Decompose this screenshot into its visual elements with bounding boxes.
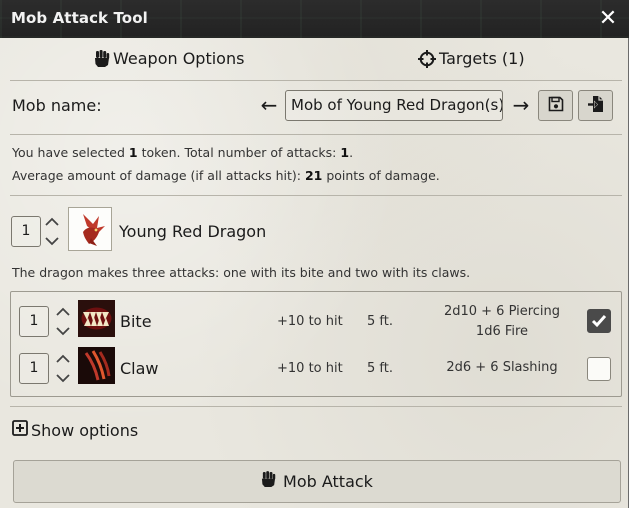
summary-text: Average amount of damage (if all attacks… xyxy=(12,168,305,183)
summary-text: points of damage. xyxy=(322,168,440,183)
dragon-avatar xyxy=(68,207,112,251)
chevron-down-icon[interactable] xyxy=(44,233,60,247)
window-titlebar[interactable]: Mob Attack Tool ✕ xyxy=(0,0,629,38)
crosshair-icon xyxy=(418,49,436,68)
attack-range: 5 ft. xyxy=(367,314,393,329)
bite-icon xyxy=(78,300,115,337)
chevron-up-icon[interactable] xyxy=(44,214,60,228)
mob-attack-button[interactable]: Mob Attack xyxy=(13,460,621,503)
damage-line: 1d6 Fire xyxy=(475,324,529,339)
chevron-down-icon[interactable] xyxy=(55,323,71,337)
summary-text: You have selected xyxy=(12,145,129,160)
creature-name: Young Red Dragon xyxy=(119,222,267,241)
attack-count-field[interactable]: 1 xyxy=(19,306,49,337)
attack-to-hit: +10 to hit xyxy=(277,361,343,376)
mob-name-row: Mob name: ← Mob of Young Red Dragon(s) → xyxy=(10,86,622,126)
window-title: Mob Attack Tool xyxy=(11,9,148,27)
tab-weapon-options[interactable]: Weapon Options xyxy=(94,49,244,68)
attack-count-field[interactable]: 1 xyxy=(19,353,49,384)
claw-icon xyxy=(78,347,115,384)
creature-row: 1 Young Red Dragon xyxy=(10,204,622,254)
tab-targets-label: Targets (1) xyxy=(439,49,525,68)
import-mob-button[interactable] xyxy=(578,90,613,121)
attack-row-bite: 1 Bite +10 to hit 5 ft. 2d10 + 6 Piercin… xyxy=(11,300,621,344)
mob-attack-window: Mob Attack Tool ✕ Weapon Options Targets… xyxy=(0,0,629,508)
mob-name-input[interactable]: Mob of Young Red Dragon(s) xyxy=(285,90,503,121)
chevron-up-icon[interactable] xyxy=(55,351,71,365)
tab-weapon-options-label: Weapon Options xyxy=(113,49,245,68)
file-import-icon xyxy=(587,95,605,117)
summary-text: token. Total number of attacks: xyxy=(137,145,341,160)
fist-icon xyxy=(261,471,276,492)
selected-token-count: 1 xyxy=(128,145,138,160)
total-attacks-count: 1 xyxy=(340,145,350,160)
mob-name-label: Mob name: xyxy=(12,96,102,115)
attack-name: Bite xyxy=(120,312,152,331)
attack-to-hit: +10 to hit xyxy=(277,314,343,329)
options-row: Show options xyxy=(10,406,622,451)
show-options-label: Show options xyxy=(31,420,139,440)
attack-damage: 2d6 + 6 Slashing xyxy=(437,358,567,378)
attack-summary: You have selected 1 token. Total number … xyxy=(10,134,622,196)
attack-range: 5 ft. xyxy=(367,361,393,376)
chevron-down-icon[interactable] xyxy=(55,370,71,384)
attack-name: Claw xyxy=(120,359,159,378)
summary-line-selected: You have selected 1 token. Total number … xyxy=(12,145,353,160)
tab-bar: Weapon Options Targets (1) xyxy=(10,40,622,81)
plus-square-icon xyxy=(12,420,28,440)
fist-icon xyxy=(94,49,110,68)
show-options-toggle[interactable]: Show options xyxy=(12,420,138,440)
creature-description: The dragon makes three attacks: one with… xyxy=(12,265,471,280)
previous-name-arrow-icon[interactable]: ← xyxy=(258,90,280,120)
attack-damage: 2d10 + 6 Piercing 1d6 Fire xyxy=(437,302,567,342)
save-icon xyxy=(548,96,564,116)
tab-targets[interactable]: Targets (1) xyxy=(418,49,525,68)
attack-enabled-checkbox[interactable] xyxy=(587,309,611,333)
save-mob-button[interactable] xyxy=(538,90,573,121)
close-icon[interactable]: ✕ xyxy=(595,6,621,32)
chevron-up-icon[interactable] xyxy=(55,304,71,318)
attack-row-claw: 1 Claw +10 to hit 5 ft. 2d6 + 6 Slashing xyxy=(11,347,621,391)
attack-list: 1 Bite +10 to hit 5 ft. 2d10 + 6 Piercin… xyxy=(10,291,622,397)
next-name-arrow-icon[interactable]: → xyxy=(510,90,532,120)
summary-line-damage: Average amount of damage (if all attacks… xyxy=(12,168,440,183)
creature-count-field[interactable]: 1 xyxy=(11,216,41,247)
attack-enabled-checkbox[interactable] xyxy=(587,357,611,381)
damage-line: 2d10 + 6 Piercing xyxy=(443,304,561,319)
summary-text: . xyxy=(349,145,354,160)
damage-line: 2d6 + 6 Slashing xyxy=(446,360,558,375)
mob-attack-label: Mob Attack xyxy=(283,472,373,491)
average-damage-value: 21 xyxy=(304,168,323,183)
